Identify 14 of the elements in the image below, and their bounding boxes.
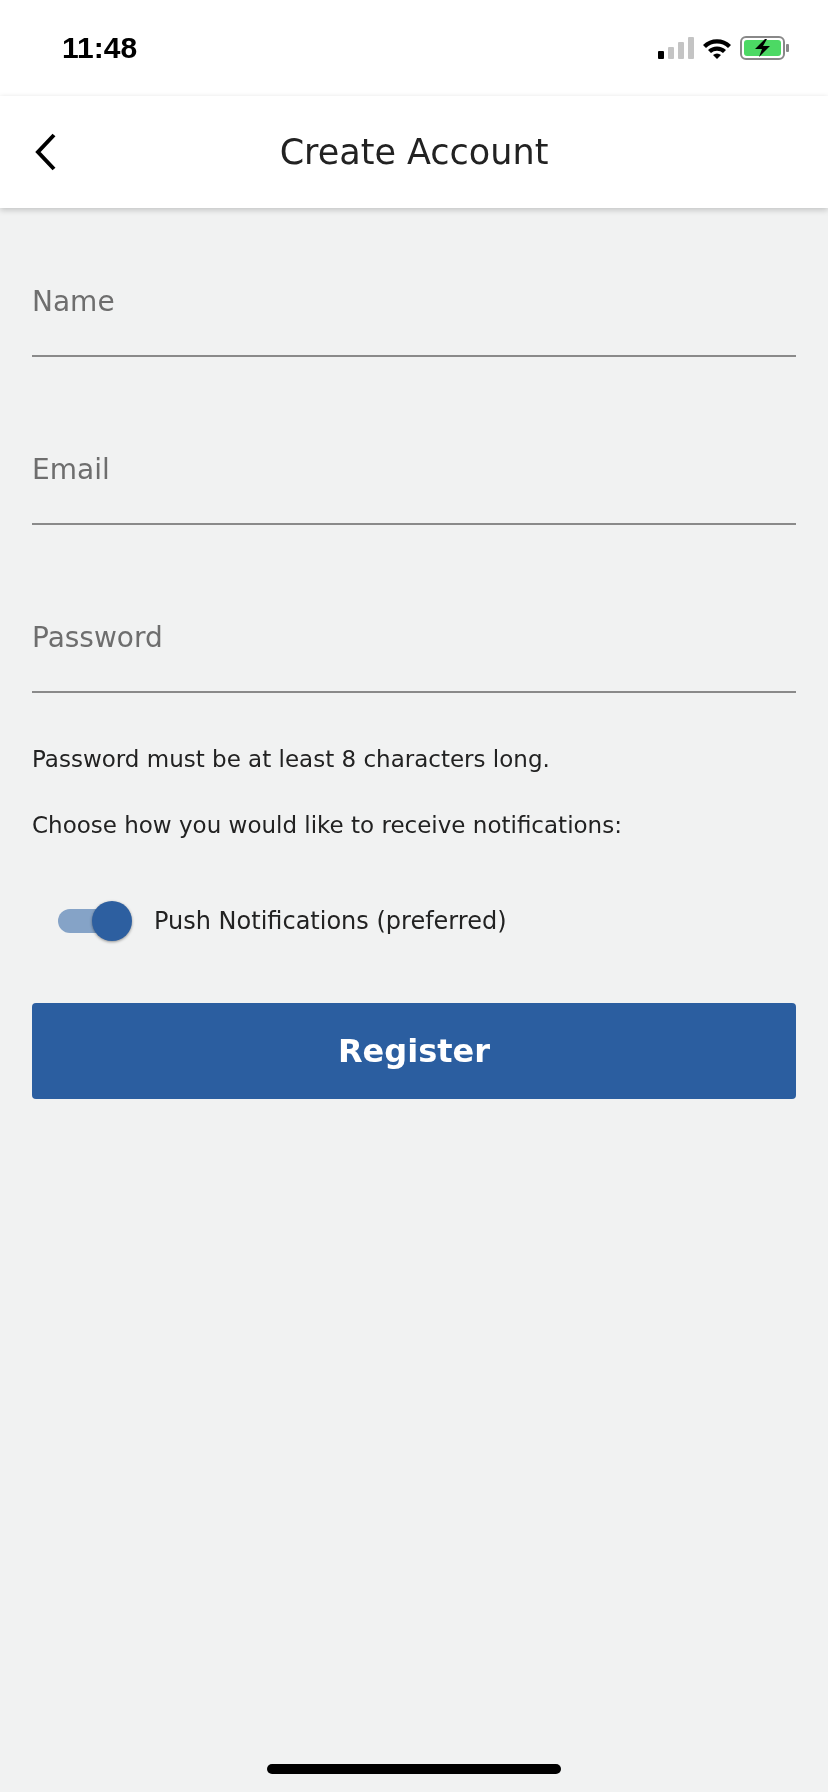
input-field[interactable]: Email (32, 415, 796, 525)
input-field[interactable]: Name (32, 247, 796, 357)
register-button[interactable]: Register (32, 1003, 796, 1099)
toggle-switch[interactable] (58, 901, 132, 941)
screen-title: Create Account (279, 132, 549, 172)
wifi-icon (702, 37, 732, 59)
prompt-text: Choose how you would like to receive notifications: (32, 811, 623, 840)
back-button[interactable] (34, 132, 58, 172)
helper-text: Password must be at least 8 characters long. (32, 745, 551, 774)
status-time: 11:48 (62, 31, 138, 65)
toggle-label: Push Notifications (preferred) (154, 907, 507, 935)
signal-icon (658, 37, 694, 59)
battery-charging-icon (740, 36, 790, 60)
input-field[interactable]: Password (32, 583, 796, 693)
